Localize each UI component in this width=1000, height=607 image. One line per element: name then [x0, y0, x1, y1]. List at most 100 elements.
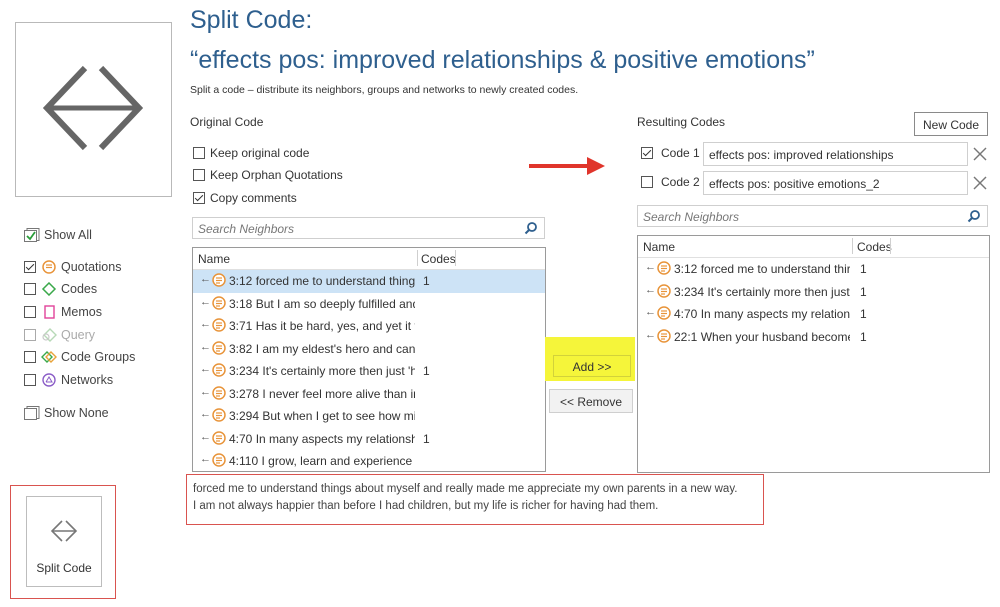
list-row[interactable]: ← 4:110 I grow, learn and experience l [193, 450, 545, 471]
quotation-icon [212, 295, 226, 310]
code-groups-checkbox[interactable] [24, 351, 36, 363]
memo-icon [44, 305, 55, 319]
preview-line-1: forced me to understand things about mys… [193, 483, 738, 495]
networks-icon [42, 373, 56, 387]
code-groups-icon [41, 351, 57, 363]
link-arrow-icon: ← [200, 453, 211, 465]
list-row[interactable]: ← 3:71 Has it be hard, yes, and yet it v [193, 315, 545, 338]
row-text: 3:278 I never feel more alive than in [229, 386, 415, 401]
code-2-checkbox[interactable] [641, 176, 653, 188]
split-code-icon [43, 65, 143, 151]
memos-checkbox[interactable] [24, 306, 36, 318]
filter-codes[interactable]: Codes [24, 282, 97, 296]
memos-label: Memos [61, 305, 102, 319]
resulting-list-header: Name Codes [638, 236, 989, 258]
link-arrow-icon: ← [200, 295, 211, 308]
add-button[interactable]: Add >> [553, 355, 631, 377]
list-row[interactable]: ← 3:234 It's certainly more then just 'h 1 [193, 360, 545, 383]
keep-orphan-quotations-option[interactable]: Keep Orphan Quotations [193, 168, 343, 182]
codes-checkbox[interactable] [24, 283, 36, 295]
link-arrow-icon: ← [200, 430, 211, 443]
resulting-col-codes[interactable]: Codes [857, 240, 892, 254]
link-arrow-icon: ← [645, 283, 656, 296]
code-1-label: Code 1 [661, 146, 700, 160]
quotation-icon [657, 261, 671, 275]
list-row[interactable]: ← 3:294 But when I get to see how mi [193, 405, 545, 428]
row-text: 4:70 In many aspects my relations [674, 307, 850, 321]
list-row[interactable]: ← 3:12 forced me to understand thing 1 [193, 270, 545, 293]
filter-query[interactable]: Query [24, 328, 95, 342]
code-1-checkbox[interactable] [641, 147, 653, 159]
remove-code-1-icon[interactable] [973, 147, 987, 161]
codes-label: Codes [61, 282, 98, 296]
resulting-search-field[interactable]: Search Neighbors [637, 205, 988, 227]
show-none-button[interactable]: Show None [24, 406, 109, 420]
list-row[interactable]: ← 3:18 But I am so deeply fulfilled and [193, 293, 545, 316]
search-icon[interactable] [524, 221, 538, 235]
filter-memos[interactable]: Memos [24, 305, 102, 319]
code-2-name-input[interactable]: effects pos: positive emotions_2 [703, 171, 968, 195]
link-arrow-icon: ← [200, 408, 211, 420]
list-row[interactable]: ← 4:70 In many aspects my relations 1 [638, 303, 989, 326]
new-code-button[interactable]: New Code [914, 112, 988, 136]
keep-orphan-quotations-checkbox[interactable] [193, 169, 205, 181]
quotations-checkbox[interactable] [24, 261, 36, 273]
original-col-name[interactable]: Name [198, 252, 230, 266]
split-code-ribbon-label: Split Code [36, 561, 92, 575]
filter-code-groups[interactable]: Code Groups [24, 350, 135, 364]
code-icon [41, 282, 57, 296]
list-row[interactable]: ← 22:1 When your husband become 1 [638, 326, 989, 349]
row-codes-count: 1 [423, 274, 430, 288]
dialog-subtitle: Split a code – distribute its neighbors,… [190, 84, 579, 96]
search-icon[interactable] [967, 209, 981, 223]
quotation-icon [212, 385, 226, 400]
list-row[interactable]: ← 3:82 I am my eldest's hero and can [193, 338, 545, 361]
link-arrow-icon: ← [200, 318, 211, 330]
filter-quotations[interactable]: Quotations [24, 260, 121, 274]
row-text: 3:294 But when I get to see how mi [229, 409, 415, 423]
filter-networks[interactable]: Networks [24, 373, 113, 387]
code-1-name-input[interactable]: effects pos: improved relationships [703, 142, 968, 166]
row-text: 3:12 forced me to understand thir [674, 262, 850, 276]
quotation-preview-box: forced me to understand things about mys… [186, 474, 764, 525]
row-text: 3:71 Has it be hard, yes, and yet it v [229, 319, 415, 333]
code-2-label: Code 2 [661, 175, 700, 189]
link-arrow-icon: ← [645, 261, 656, 273]
list-row[interactable]: ← 3:234 It's certainly more then just 1 [638, 281, 989, 304]
networks-checkbox[interactable] [24, 374, 36, 386]
row-text: 3:12 forced me to understand thing [229, 274, 415, 288]
quotation-icon [212, 340, 226, 355]
show-all-icon [24, 228, 40, 242]
show-all-button[interactable]: Show All [24, 228, 92, 242]
original-search-placeholder: Search Neighbors [198, 222, 295, 236]
original-neighbors-list[interactable]: Name Codes ← 3:12 forced me to understand… [192, 247, 546, 472]
query-checkbox[interactable] [24, 329, 36, 341]
keep-original-code-checkbox[interactable] [193, 147, 205, 159]
keep-original-code-option[interactable]: Keep original code [193, 146, 309, 160]
resulting-neighbors-list[interactable]: Name Codes ← 3:12 forced me to understand… [637, 235, 990, 473]
copy-comments-checkbox[interactable] [193, 192, 205, 204]
row-text: 4:110 I grow, learn and experience l [229, 454, 415, 468]
row-codes-count: 1 [423, 431, 430, 446]
row-codes-count: 1 [423, 364, 430, 378]
row-codes-count: 1 [860, 307, 867, 321]
split-code-small-icon [50, 520, 78, 542]
networks-label: Networks [61, 373, 114, 387]
quotations-label: Quotations [61, 260, 122, 274]
list-row[interactable]: ← 4:70 In many aspects my relationsh 1 [193, 428, 545, 451]
query-label: Query [61, 328, 96, 342]
keep-orphan-quotations-label: Keep Orphan Quotations [210, 168, 343, 182]
list-row[interactable]: ← 3:278 I never feel more alive than in [193, 383, 545, 406]
remove-button[interactable]: << Remove [549, 389, 633, 413]
copy-comments-option[interactable]: Copy comments [193, 191, 297, 205]
code-1-row: Code 1 [641, 146, 700, 160]
remove-code-2-icon[interactable] [973, 176, 987, 190]
list-row[interactable]: ← 3:12 forced me to understand thir 1 [638, 258, 989, 281]
code-groups-label: Code Groups [61, 350, 136, 364]
split-code-ribbon-button[interactable]: Split Code [26, 496, 102, 587]
original-search-field[interactable]: Search Neighbors [192, 217, 545, 239]
row-codes-count: 1 [860, 329, 867, 344]
original-col-codes[interactable]: Codes [421, 252, 456, 266]
original-code-heading: Original Code [190, 115, 264, 129]
resulting-col-name[interactable]: Name [643, 240, 675, 254]
